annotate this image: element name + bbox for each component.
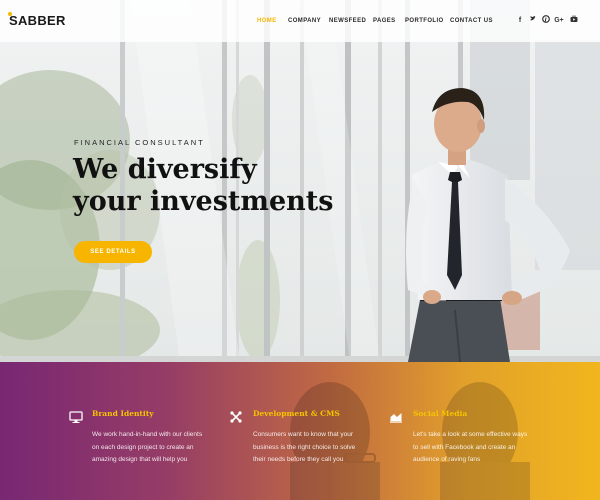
feature-line: business is the right choice to solve	[253, 443, 356, 451]
nav-item-home[interactable]: HOME	[257, 16, 277, 26]
hero-headline-line-2: your investments	[73, 186, 334, 217]
nav-item-company[interactable]: COMPANY	[288, 16, 321, 26]
twitter-icon[interactable]	[528, 15, 538, 27]
feature-line: their needs before they call you	[253, 456, 344, 463]
feature-title: Brand Identity	[92, 409, 154, 418]
monitor-icon	[69, 411, 83, 423]
chart-icon	[390, 413, 402, 423]
nav-item-portfolio[interactable]: PORTFOLIO	[405, 16, 444, 26]
facebook-icon[interactable]: f	[515, 15, 525, 26]
feature-line: Let's take a look at some effective ways	[413, 431, 528, 438]
feature-social-media: Social Media Let's take a look at some e…	[389, 362, 549, 500]
see-details-button[interactable]: SEE DETAILS	[74, 241, 152, 263]
pinterest-icon[interactable]	[541, 15, 551, 27]
nav-item-newsfeed[interactable]: NEWSFEED	[329, 16, 366, 26]
feature-line: to sell with Facebook and create an	[413, 443, 516, 451]
feature-description: Consumers want to know that your busines…	[253, 429, 383, 467]
top-navbar: SABBER HOME COMPANY NEWSFEED PAGES PORTF…	[0, 0, 600, 42]
feature-title: Development & CMS	[253, 409, 340, 418]
feature-line: on each design project to create an	[92, 443, 194, 451]
joomla-icon	[230, 411, 242, 423]
hero-headline: We diversify your investments	[73, 154, 333, 218]
nav-item-pages[interactable]: PAGES	[373, 16, 396, 26]
feature-line: We work hand-in-hand with our clients	[92, 431, 203, 438]
feature-description: We work hand-in-hand with our clients on…	[92, 429, 222, 467]
feature-development-cms: Development & CMS Consumers want to know…	[229, 362, 389, 500]
nav-item-contact-us[interactable]: CONTACT US	[450, 16, 493, 26]
google-plus-icon[interactable]: G+	[554, 15, 564, 26]
hero-headline-line-1: We diversify	[73, 154, 257, 185]
brand-logo[interactable]: SABBER	[9, 12, 66, 29]
feature-description: Let's take a look at some effective ways…	[413, 429, 543, 467]
youtube-icon[interactable]	[569, 15, 579, 27]
feature-line: amazing design that will help you	[92, 456, 188, 463]
logo-dot-icon	[8, 12, 12, 16]
feature-title: Social Media	[413, 409, 468, 418]
feature-line: audience of raving fans	[413, 456, 481, 463]
features-section: Brand Identity We work hand-in-hand with…	[0, 362, 600, 500]
feature-brand-identity: Brand Identity We work hand-in-hand with…	[69, 362, 229, 500]
hero-eyebrow: FINANCIAL CONSULTANT	[74, 138, 205, 147]
feature-line: Consumers want to know that your	[253, 431, 354, 438]
